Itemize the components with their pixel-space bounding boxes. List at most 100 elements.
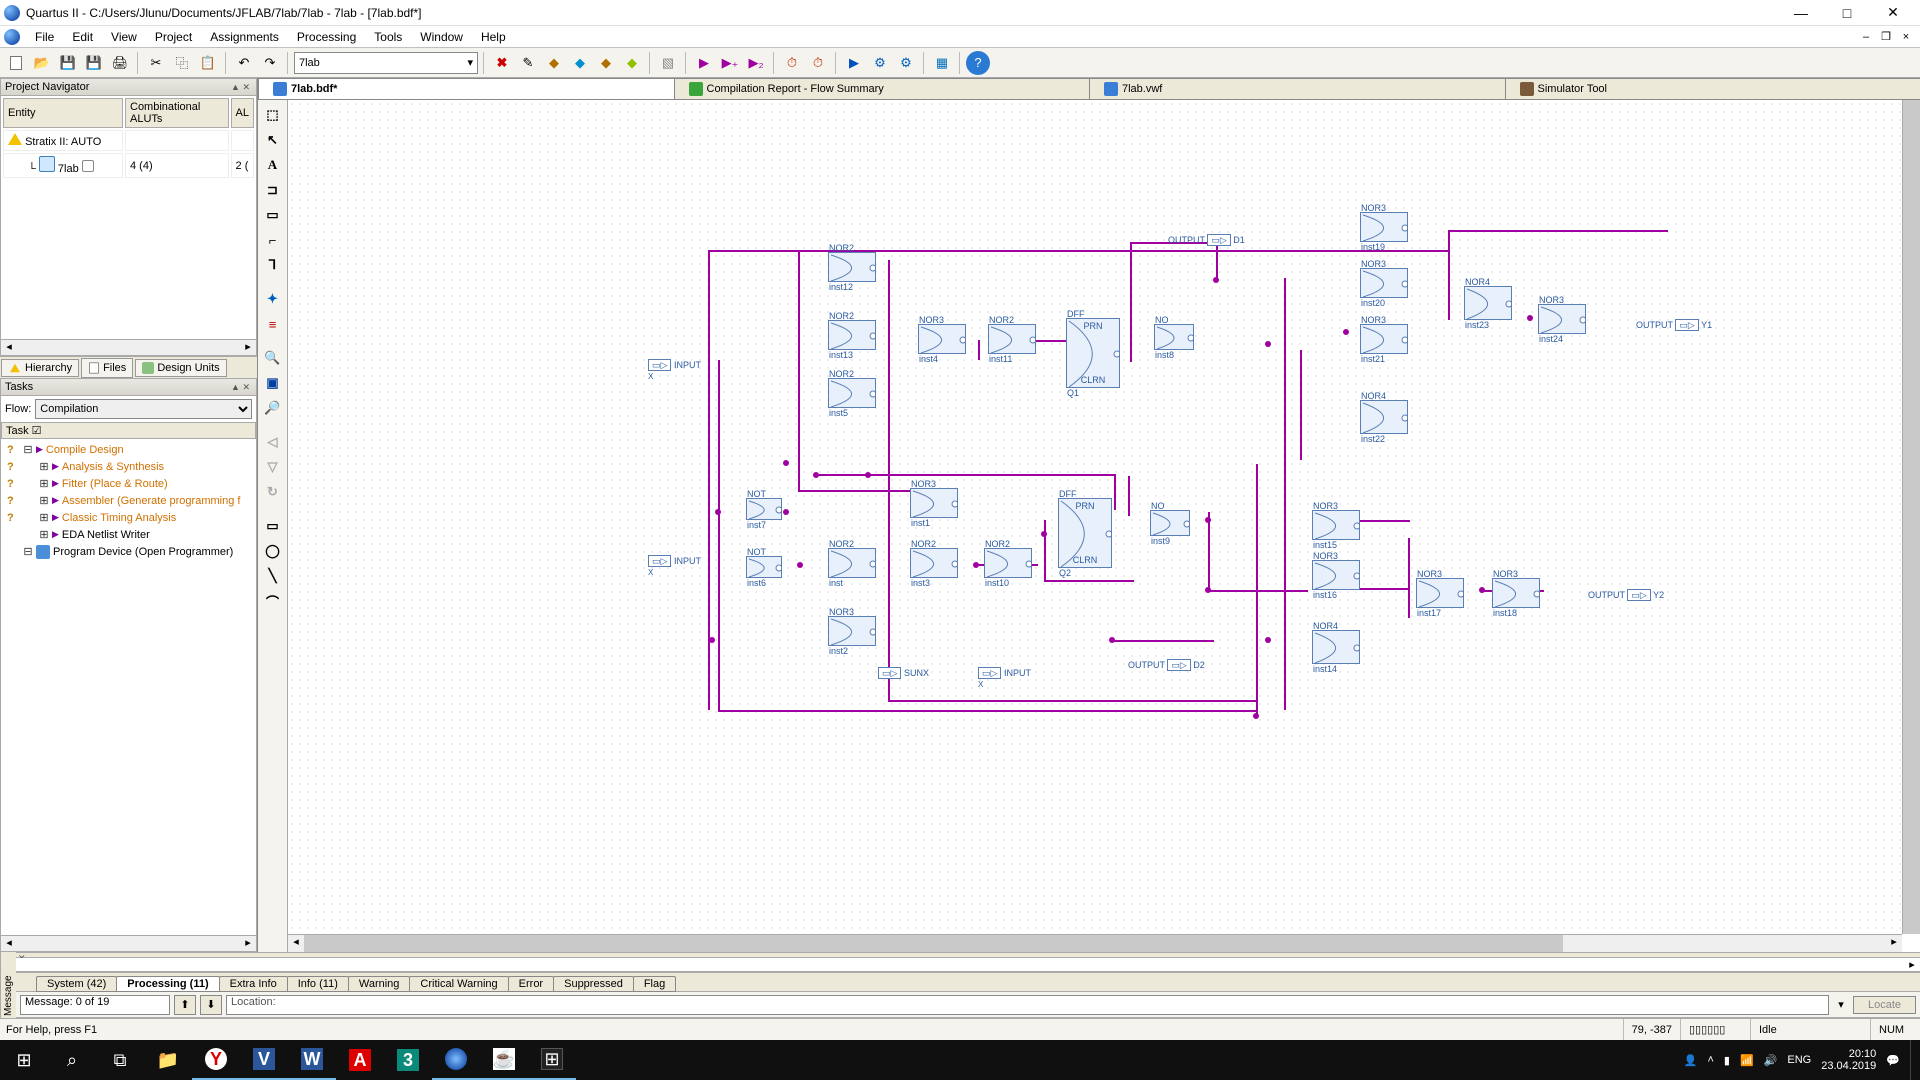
message-tab[interactable]: Critical Warning xyxy=(409,976,508,992)
msg-hscroll[interactable] xyxy=(16,958,1904,971)
3dsmax-button[interactable]: 3 xyxy=(384,1040,432,1080)
doc-tab[interactable]: Simulator Tool xyxy=(1505,78,1920,99)
gate-inst21[interactable]: NOR3inst21 xyxy=(1360,324,1408,354)
task-item[interactable]: ?⊞▶Classic Timing Analysis xyxy=(1,509,256,526)
gate-inst1[interactable]: NOR3inst1 xyxy=(910,488,958,518)
doc-tab[interactable]: 7lab.vwf xyxy=(1089,78,1506,99)
tool-x-button[interactable]: ✖ xyxy=(490,51,514,75)
vtool-fullscreen[interactable]: ▣ xyxy=(262,372,284,394)
close-button[interactable]: ✕ xyxy=(1870,0,1916,26)
paste-button[interactable]: 📋 xyxy=(196,51,220,75)
nav-tab-files[interactable]: Files xyxy=(81,358,133,378)
java-button[interactable]: ☕ xyxy=(480,1040,528,1080)
redo-button[interactable]: ↷ xyxy=(258,51,282,75)
vtool-rect-tool[interactable]: ▭ xyxy=(262,515,284,537)
vtool-zoom[interactable]: 🔍 xyxy=(262,347,284,369)
people-icon[interactable]: 👤 xyxy=(1684,1054,1698,1067)
col-aluts[interactable]: Combinational ALUTs xyxy=(125,98,229,128)
word-button[interactable]: W xyxy=(288,1040,336,1080)
print-button[interactable]: 🖨 xyxy=(108,51,132,75)
start-button[interactable]: ⊞ xyxy=(0,1040,48,1080)
search-button[interactable]: ⌕ xyxy=(48,1040,96,1080)
wifi-icon[interactable]: 📶 xyxy=(1740,1054,1754,1067)
gate-inst24[interactable]: NOR3inst24 xyxy=(1538,304,1586,334)
gate-inst20[interactable]: NOR3inst20 xyxy=(1360,268,1408,298)
task-item[interactable]: ?⊞▶Fitter (Place & Route) xyxy=(1,475,256,492)
gate-inst5[interactable]: NOR2inst5 xyxy=(828,378,876,408)
gate-inst15[interactable]: NOR3inst15 xyxy=(1312,510,1360,540)
vtool-text[interactable]: A xyxy=(262,154,284,176)
vertical-scrollbar[interactable] xyxy=(1902,100,1920,934)
flow-select[interactable]: Compilation xyxy=(35,399,252,419)
gate-inst10[interactable]: NOR2inst10 xyxy=(984,548,1032,578)
locate-button[interactable]: Locate xyxy=(1853,996,1916,1014)
cut-button[interactable]: ✂ xyxy=(144,51,168,75)
menu-window[interactable]: Window xyxy=(411,27,472,47)
gate-inst4[interactable]: NOR3inst4 xyxy=(918,324,966,354)
tool-wand-button[interactable]: ✎ xyxy=(516,51,540,75)
hscroll-right[interactable]: ▸ xyxy=(240,936,256,951)
vtool-select-area[interactable]: ⬚ xyxy=(262,104,284,126)
quartus-button[interactable] xyxy=(432,1040,480,1080)
vtool-rect[interactable]: ▭ xyxy=(262,204,284,226)
message-tab[interactable]: Flag xyxy=(633,976,676,992)
menu-view[interactable]: View xyxy=(102,27,146,47)
tool-gem1-button[interactable]: ◆ xyxy=(542,51,566,75)
acrobat-button[interactable]: A xyxy=(336,1040,384,1080)
gate-inst14[interactable]: NOR4inst14 xyxy=(1312,630,1360,664)
gate-inst12[interactable]: NOR2inst12 xyxy=(828,252,876,282)
vtool-symbol[interactable]: ⊐ xyxy=(262,179,284,201)
visio-button[interactable]: V xyxy=(240,1040,288,1080)
vtool-flip-h[interactable]: ◁ xyxy=(262,431,284,453)
output-pin[interactable]: OUTPUT ▭▷ D1 xyxy=(1168,235,1245,246)
language-indicator[interactable]: ENG xyxy=(1787,1054,1811,1066)
col-al[interactable]: AL xyxy=(231,98,254,128)
tray-chevron-icon[interactable]: ˄ xyxy=(1707,1054,1713,1066)
menu-tools[interactable]: Tools xyxy=(365,27,411,47)
vtool-conduit[interactable]: ≡ xyxy=(262,313,284,335)
menu-assignments[interactable]: Assignments xyxy=(201,27,288,47)
calculator-button[interactable]: ⊞ xyxy=(528,1040,576,1080)
input-pin[interactable]: ▭▷ SUNX xyxy=(878,668,929,679)
output-pin[interactable]: OUTPUT ▭▷ Y2 xyxy=(1588,590,1664,601)
doc-tab[interactable]: Compilation Report - Flow Summary xyxy=(674,78,1091,99)
minimize-button[interactable]: — xyxy=(1778,0,1824,26)
save-all-button[interactable]: 💾 xyxy=(82,51,106,75)
gate-inst17[interactable]: NOR3inst17 xyxy=(1416,578,1464,608)
vtool-rotate[interactable]: ↻ xyxy=(262,481,284,503)
help-button[interactable]: ? xyxy=(966,51,990,75)
input-pin[interactable]: ▭▷ INPUTX xyxy=(648,360,701,381)
task-item[interactable]: ⊞▶EDA Netlist Writer xyxy=(1,526,256,543)
menu-file[interactable]: File xyxy=(26,27,63,47)
play-next-button[interactable]: ▶₊ xyxy=(718,51,742,75)
vtool-oval-tool[interactable]: ◯ xyxy=(262,540,284,562)
explorer-button[interactable]: 📁 xyxy=(144,1040,192,1080)
panel-collapse-button[interactable]: ▲ ✕ xyxy=(229,82,252,93)
vtool-arc-tool[interactable]: ⌒ xyxy=(262,590,284,612)
gate-inst18[interactable]: NOR3inst18 xyxy=(1492,578,1540,608)
horizontal-scrollbar[interactable]: ◂ ▸ xyxy=(288,934,1902,952)
mdi-minimize-button[interactable]: – xyxy=(1857,28,1875,46)
gate-inst23[interactable]: NOR4inst23 xyxy=(1464,286,1512,320)
hscroll-left[interactable]: ◂ xyxy=(1,340,17,355)
output-pin[interactable]: OUTPUT ▭▷ Y1 xyxy=(1636,320,1712,331)
gate-Q2[interactable]: DFFQ2PRNCLRN xyxy=(1058,498,1112,568)
gate-inst19[interactable]: NOR3inst19 xyxy=(1360,212,1408,242)
task-item[interactable]: ?⊞▶Analysis & Synthesis xyxy=(1,458,256,475)
msg-prev-button[interactable]: ⬆ xyxy=(174,995,196,1015)
doc-tab[interactable]: 7lab.bdf* xyxy=(258,78,675,99)
message-tab[interactable]: Warning xyxy=(348,976,411,992)
mdi-close-button[interactable]: × xyxy=(1897,28,1915,46)
chip-button[interactable]: ▦ xyxy=(930,51,954,75)
schematic-canvas[interactable]: NOR2inst12 NOR2inst13 NOR2inst5 NOR3inst4 NO… xyxy=(288,100,1902,934)
gate-inst7[interactable]: NOTinst7 xyxy=(746,498,782,520)
gate-inst13[interactable]: NOR2inst13 xyxy=(828,320,876,350)
save-button[interactable]: 💾 xyxy=(56,51,80,75)
message-tab[interactable]: System (42) xyxy=(36,976,117,992)
gate-inst16[interactable]: NOR3inst16 xyxy=(1312,560,1360,590)
col-entity[interactable]: Entity xyxy=(3,98,123,128)
timer1-button[interactable]: ⏱ xyxy=(780,51,804,75)
sim-gear2-button[interactable]: ⚙ xyxy=(894,51,918,75)
gate-Q1[interactable]: DFFQ1PRNCLRN xyxy=(1066,318,1120,388)
message-tab[interactable]: Error xyxy=(508,976,554,992)
